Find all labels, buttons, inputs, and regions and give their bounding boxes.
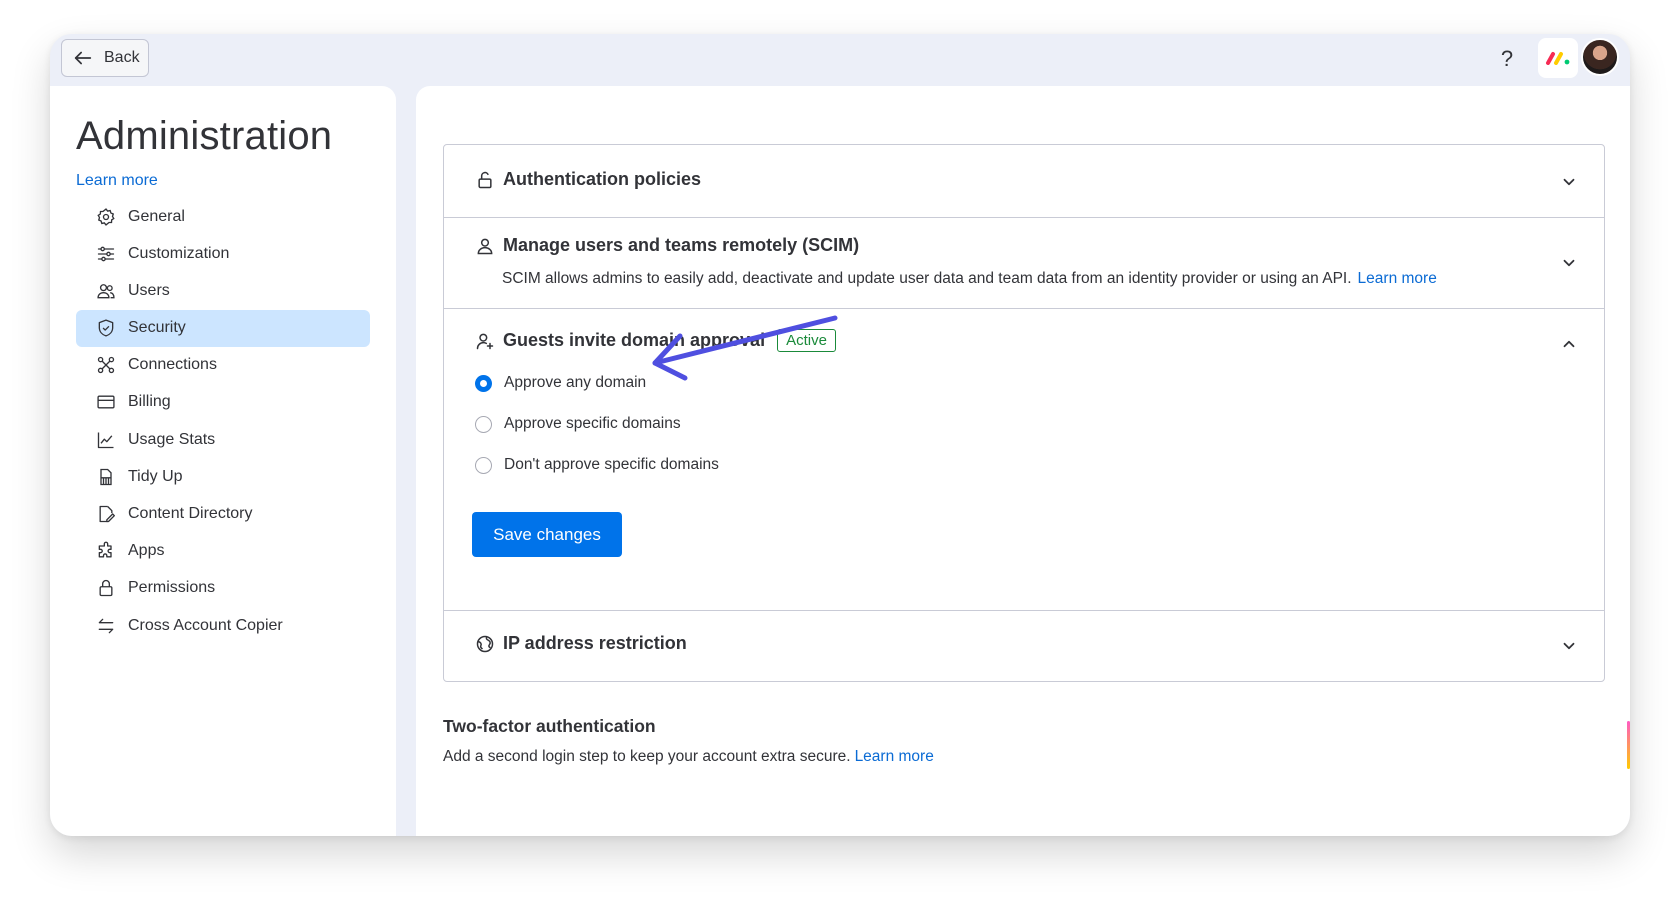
sidebar-item-general[interactable]: General <box>76 198 370 235</box>
two-factor-learn-more-link[interactable]: Learn more <box>855 748 934 765</box>
security-settings-panel: Authentication policies Manage users and… <box>443 144 1605 682</box>
sliders-icon <box>97 246 115 262</box>
users-icon <box>97 283 115 299</box>
sidebar-item-label: Permissions <box>128 579 216 597</box>
radio-label: Approve any domain <box>504 374 647 391</box>
section-authentication-policies[interactable]: Authentication policies <box>444 145 1604 218</box>
gear-icon <box>97 207 115 226</box>
sidebar-item-label: Connections <box>128 356 217 374</box>
document-edit-icon <box>99 505 116 523</box>
main-content: Authentication policies Manage users and… <box>416 86 1630 836</box>
chevron-down-icon[interactable] <box>1560 173 1578 191</box>
section-header: Authentication policies <box>475 169 701 190</box>
back-button[interactable]: Back <box>61 39 149 77</box>
sidebar-item-permissions[interactable]: Permissions <box>76 570 370 607</box>
sidebar-item-customization[interactable]: Customization <box>76 235 370 272</box>
globe-icon <box>476 635 494 652</box>
credit-card-icon <box>97 395 115 409</box>
section-header: IP address restriction <box>475 633 687 654</box>
sidebar-item-users[interactable]: Users <box>76 272 370 309</box>
sidebar-item-tidy-up[interactable]: Tidy Up <box>76 458 370 495</box>
radio-approve-any-domain[interactable]: Approve any domain <box>475 374 646 392</box>
transfer-icon <box>98 618 114 633</box>
section-title: Guests invite domain approval <box>503 330 766 350</box>
puzzle-icon <box>98 541 112 558</box>
sidebar-item-label: Usage Stats <box>128 430 216 448</box>
arrow-left-icon <box>74 51 92 65</box>
sidebar-item-usage-stats[interactable]: Usage Stats <box>76 421 370 458</box>
edge-accent <box>1627 721 1630 769</box>
sidebar-item-label: Billing <box>128 393 171 411</box>
radio-button[interactable] <box>475 415 492 433</box>
sidebar-item-billing[interactable]: Billing <box>76 384 370 421</box>
user-avatar[interactable] <box>1581 38 1619 76</box>
two-factor-text: Add a second login step to keep your acc… <box>443 748 851 765</box>
monday-logo-icon[interactable] <box>1538 38 1578 78</box>
sidebar-item-label: Content Directory <box>128 505 253 522</box>
save-changes-button[interactable]: Save changes <box>472 512 622 557</box>
lock-icon <box>99 580 113 597</box>
scim-learn-more-link[interactable]: Learn more <box>1358 270 1437 287</box>
page-title: Administration <box>76 114 333 158</box>
section-guests-invite-domain-approval: Guests invite domain approval Active App… <box>444 309 1604 611</box>
app-window: Back ? Administration Learn more General… <box>50 34 1630 836</box>
sidebar-item-content-directory[interactable]: Content Directory <box>76 496 370 533</box>
learn-more-link[interactable]: Learn more <box>76 172 158 190</box>
two-factor-description: Add a second login step to keep your acc… <box>443 748 934 766</box>
chevron-up-icon[interactable] <box>1560 335 1578 353</box>
sidebar-item-label: Users <box>128 281 170 299</box>
sidebar-item-security[interactable]: Security <box>76 309 370 347</box>
radio-button[interactable] <box>475 456 492 474</box>
user-plus-icon <box>476 333 494 349</box>
sidebar-item-label: Security <box>128 319 186 337</box>
unlock-icon <box>478 171 492 188</box>
sidebar-item-label: Customization <box>128 244 230 262</box>
sidebar-item-label: General <box>128 207 185 225</box>
radio-approve-specific-domains[interactable]: Approve specific domains <box>475 415 681 433</box>
shield-icon <box>98 319 114 337</box>
broom-icon <box>100 468 112 485</box>
sidebar-item-connections[interactable]: Connections <box>76 347 370 384</box>
status-badge: Active <box>777 329 836 352</box>
chevron-down-icon[interactable] <box>1560 254 1578 272</box>
sidebar-item-cross-account-copier[interactable]: Cross Account Copier <box>76 607 370 644</box>
chevron-down-icon[interactable] <box>1560 637 1578 655</box>
sidebar-nav: General Customization Users Security Con… <box>76 198 370 644</box>
section-title: Authentication policies <box>503 169 702 189</box>
section-header: Manage users and teams remotely (SCIM) <box>475 235 859 256</box>
back-label: Back <box>104 49 140 66</box>
radio-label: Approve specific domains <box>504 415 681 432</box>
section-scim[interactable]: Manage users and teams remotely (SCIM) S… <box>444 218 1604 309</box>
sidebar: Administration Learn more General Custom… <box>50 86 396 836</box>
user-icon <box>477 238 493 254</box>
radio-button[interactable] <box>475 374 492 392</box>
sidebar-item-label: Tidy Up <box>128 467 183 485</box>
section-header[interactable]: Guests invite domain approval Active <box>475 329 836 352</box>
section-title: IP address restriction <box>503 633 687 653</box>
question-icon[interactable]: ? <box>1492 44 1522 74</box>
radio-dont-approve-specific-domains[interactable]: Don't approve specific domains <box>475 456 719 474</box>
radio-label: Don't approve specific domains <box>504 456 719 473</box>
top-bar: Back ? <box>50 34 1630 86</box>
connections-icon <box>97 357 115 374</box>
chart-icon <box>97 432 114 448</box>
scim-description: SCIM allows admins to easily add, deacti… <box>502 270 1352 287</box>
section-title: Manage users and teams remotely (SCIM) <box>503 235 860 255</box>
sidebar-item-apps[interactable]: Apps <box>76 533 370 570</box>
sidebar-item-label: Apps <box>128 542 165 560</box>
sidebar-item-label: Cross Account Copier <box>128 616 283 634</box>
section-ip-address-restriction[interactable]: IP address restriction <box>444 611 1604 683</box>
section-description: SCIM allows admins to easily add, deacti… <box>502 270 1437 288</box>
two-factor-title: Two-factor authentication <box>443 716 656 736</box>
